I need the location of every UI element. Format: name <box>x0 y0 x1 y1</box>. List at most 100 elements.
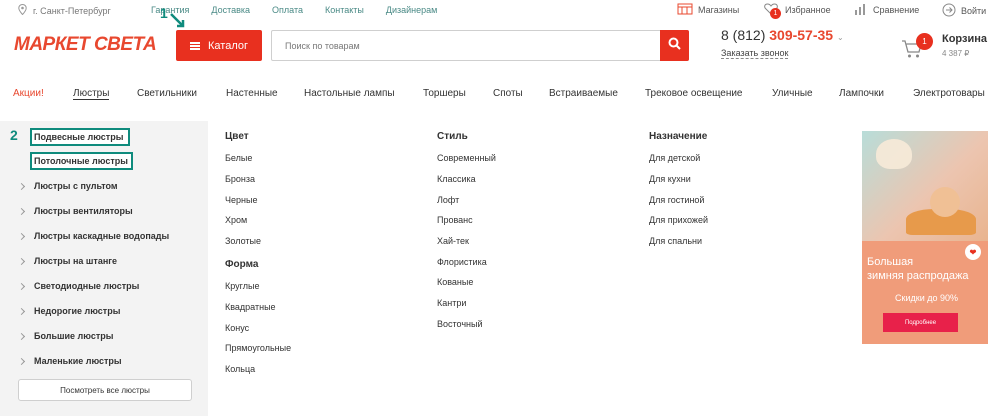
category-sale[interactable]: Акции! <box>13 88 44 99</box>
filter-link-shape[interactable]: Круглые <box>225 281 259 291</box>
store-icon <box>677 3 693 17</box>
site-logo[interactable]: МАРКЕТ СВЕТА <box>14 34 157 56</box>
filter-link-color[interactable]: Белые <box>225 153 252 163</box>
sidebar-item-pendant[interactable]: Подвесные люстры <box>34 132 123 142</box>
catalog-button-label: Каталог <box>208 39 248 52</box>
nav-link-designers[interactable]: Дизайнерам <box>386 5 437 15</box>
city-selector[interactable]: г. Санкт-Петербург <box>18 3 111 17</box>
banner-title-line2: зимняя распродажа <box>867 270 969 282</box>
phone-prefix: 8 (812) <box>721 27 766 43</box>
filter-heading-style: Стиль <box>437 131 468 142</box>
filter-link-shape[interactable]: Конус <box>225 323 249 333</box>
filter-link-style[interactable]: Лофт <box>437 195 459 205</box>
category-chandeliers[interactable]: Люстры <box>73 88 110 100</box>
search-input[interactable] <box>272 31 660 60</box>
chevron-right-icon <box>17 307 26 316</box>
chevron-right-icon <box>17 332 26 341</box>
cart-title: Корзина <box>942 33 987 45</box>
filter-link-style[interactable]: Кованые <box>437 277 473 287</box>
search-button[interactable] <box>660 30 689 61</box>
callback-link[interactable]: Заказать звонок <box>721 48 789 59</box>
category-nav: Акции! Люстры Светильники Настенные Наст… <box>0 81 1002 105</box>
login-icon <box>942 3 956 19</box>
category-recessed[interactable]: Встраиваемые <box>549 88 618 99</box>
sidebar-item-cascade[interactable]: Люстры каскадные водопады <box>34 231 169 241</box>
filter-link-purpose[interactable]: Для гостиной <box>649 195 704 205</box>
login-label: Войти <box>961 6 987 16</box>
filter-link-purpose[interactable]: Для кухни <box>649 174 691 184</box>
favorites-link[interactable]: 1 Избранное <box>764 3 831 19</box>
category-electrical[interactable]: Электротовары <box>913 88 985 99</box>
phone-number[interactable]: 8 (812) 309-57-35 ⌄ <box>721 27 844 43</box>
header: МАРКЕТ СВЕТА Каталог 8 (812) 309-57-35 ⌄… <box>0 22 1002 70</box>
filter-link-style[interactable]: Классика <box>437 174 476 184</box>
stores-link[interactable]: Магазины <box>677 3 739 17</box>
search-icon <box>668 37 681 55</box>
filter-link-style[interactable]: Кантри <box>437 298 466 308</box>
filter-link-shape[interactable]: Квадратные <box>225 302 276 312</box>
cart[interactable]: 1 Корзина 4 387 ₽ <box>901 30 1001 66</box>
chevron-right-icon <box>17 207 26 216</box>
filter-link-color[interactable]: Бронза <box>225 174 255 184</box>
chevron-right-icon <box>17 257 26 266</box>
sidebar-item-ceiling[interactable]: Потолочные люстры <box>34 156 128 166</box>
chevron-down-icon[interactable]: ⌄ <box>837 33 844 42</box>
sidebar-item-cheap[interactable]: Недорогие люстры <box>34 306 120 316</box>
banner-subtitle: Скидки до 90% <box>895 293 958 303</box>
filter-link-style[interactable]: Хай-тек <box>437 236 469 246</box>
category-table-lamps[interactable]: Настольные лампы <box>304 88 395 99</box>
banner-title: Большая зимняя распродажа <box>867 255 969 283</box>
filter-link-style[interactable]: Современный <box>437 153 496 163</box>
chevron-right-icon <box>17 357 26 366</box>
filter-link-style[interactable]: Восточный <box>437 319 483 329</box>
sidebar-item-rod[interactable]: Люстры на штанге <box>34 256 117 266</box>
nav-link-contacts[interactable]: Контакты <box>325 5 364 15</box>
category-floor-lamps[interactable]: Торшеры <box>423 88 466 99</box>
filter-link-shape[interactable]: Прямоугольные <box>225 343 291 353</box>
favorites-badge: 1 <box>770 8 781 19</box>
chevron-right-icon <box>17 282 26 291</box>
filter-link-color[interactable]: Золотые <box>225 236 261 246</box>
category-outdoor[interactable]: Уличные <box>772 88 813 99</box>
sidebar-item-led[interactable]: Светодиодные люстры <box>34 281 139 291</box>
filter-link-shape[interactable]: Кольца <box>225 364 255 374</box>
category-lamps[interactable]: Светильники <box>137 88 197 99</box>
filter-link-purpose[interactable]: Для прихожей <box>649 215 708 225</box>
category-bulbs[interactable]: Лампочки <box>839 88 884 99</box>
cart-sum: 4 387 ₽ <box>942 49 970 58</box>
filter-heading-color: Цвет <box>225 131 249 142</box>
view-all-button[interactable]: Посмотреть все люстры <box>18 379 192 401</box>
banner-photo <box>862 131 988 241</box>
catalog-button[interactable]: Каталог <box>176 30 262 61</box>
login-link[interactable]: Войти <box>942 3 986 19</box>
category-wall[interactable]: Настенные <box>226 88 278 99</box>
filter-link-color[interactable]: Хром <box>225 215 247 225</box>
nav-link-delivery[interactable]: Доставка <box>211 5 250 15</box>
filter-link-color[interactable]: Черные <box>225 195 257 205</box>
category-spots[interactable]: Споты <box>493 88 523 99</box>
chandelier-image <box>876 139 912 169</box>
filter-heading-shape: Форма <box>225 259 259 270</box>
promo-banner[interactable]: ❤ Большая зимняя распродажа Скидки до 90… <box>862 131 988 344</box>
filter-link-purpose[interactable]: Для детской <box>649 153 700 163</box>
sidebar-item-large[interactable]: Большие люстры <box>34 331 113 341</box>
chevron-right-icon <box>17 182 26 191</box>
nav-link-payment[interactable]: Оплата <box>272 5 303 15</box>
filter-link-style[interactable]: Флористика <box>437 257 487 267</box>
phone-main: 309-57-35 <box>769 27 834 43</box>
favorites-label: Избранное <box>785 5 831 15</box>
category-track[interactable]: Трековое освещение <box>645 88 743 99</box>
chevron-right-icon <box>17 232 26 241</box>
banner-more-button[interactable]: Подробнее <box>883 313 958 332</box>
annotation-arrow-icon <box>170 13 185 28</box>
city-label: г. Санкт-Петербург <box>33 5 111 16</box>
hamburger-icon <box>190 41 200 50</box>
sidebar-item-remote[interactable]: Люстры с пультом <box>34 181 118 191</box>
heart-icon: 1 <box>764 3 781 19</box>
filter-link-purpose[interactable]: Для спальни <box>649 236 702 246</box>
compare-link[interactable]: Сравнение <box>854 3 919 17</box>
sidebar-item-small[interactable]: Маленькие люстры <box>34 356 122 366</box>
filter-link-style[interactable]: Прованс <box>437 215 473 225</box>
compare-bars-icon <box>854 3 868 17</box>
sidebar-item-fan[interactable]: Люстры вентиляторы <box>34 206 133 216</box>
